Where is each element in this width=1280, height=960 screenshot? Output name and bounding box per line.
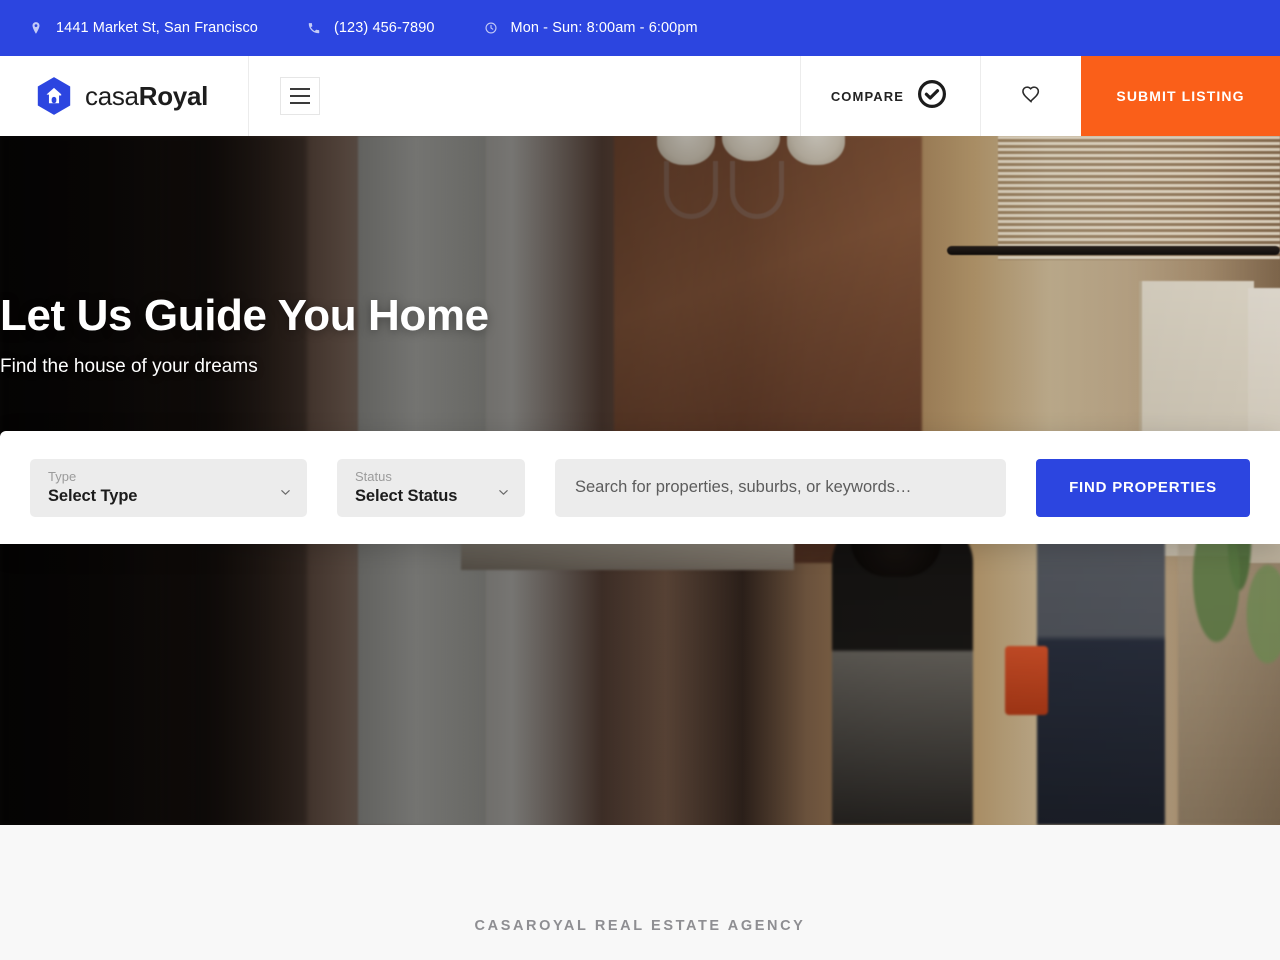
site-header: casaRoyal COMPARE SUBMIT LISTING: [0, 56, 1280, 136]
status-select-label: Status: [355, 469, 392, 485]
logo-text-light: casa: [85, 80, 139, 111]
compare-label: COMPARE: [830, 88, 904, 104]
topbar-phone-text: (123) 456-7890: [333, 20, 435, 36]
chevron-down-icon: [280, 484, 291, 495]
type-select[interactable]: Type Select Type: [30, 458, 307, 517]
hero-section: Let Us Guide You Home Find the house of …: [0, 136, 1280, 825]
topbar-hours: Mon - Sun: 8:00am - 6:00pm: [483, 20, 698, 36]
search-input[interactable]: [555, 458, 1006, 517]
hero-title: Let Us Guide You Home: [0, 291, 489, 340]
favorites-button[interactable]: [980, 56, 1081, 136]
compare-button[interactable]: COMPARE: [799, 56, 980, 136]
logo[interactable]: casaRoyal: [0, 56, 249, 136]
logo-text: casaRoyal: [85, 81, 208, 112]
hamburger-line-2: [290, 95, 310, 97]
agency-section: CASAROYAL REAL ESTATE AGENCY: [0, 825, 1280, 960]
topbar-hours-text: Mon - Sun: 8:00am - 6:00pm: [510, 20, 698, 36]
status-select[interactable]: Status Select Status: [337, 458, 525, 517]
agency-heading: CASAROYAL REAL ESTATE AGENCY: [474, 918, 806, 934]
topbar-phone: (123) 456-7890: [306, 20, 435, 36]
status-select-value: Select Status: [355, 486, 458, 505]
submit-listing-label: SUBMIT LISTING: [1116, 88, 1245, 104]
type-select-value: Select Type: [48, 486, 138, 505]
topbar-address: 1441 Market St, San Francisco: [28, 20, 258, 36]
property-search-panel: Type Select Type Status Select Status FI…: [0, 431, 1280, 544]
topbar-address-text: 1441 Market St, San Francisco: [56, 20, 258, 36]
map-pin-icon: [28, 20, 44, 36]
top-info-bar: 1441 Market St, San Francisco (123) 456-…: [0, 0, 1280, 56]
phone-icon: [306, 20, 322, 36]
find-properties-button[interactable]: FIND PROPERTIES: [1036, 458, 1250, 517]
hamburger-line-3: [290, 102, 310, 104]
check-circle-icon: [918, 79, 946, 113]
hexagon-house-icon: [36, 76, 72, 116]
hero-copy: Let Us Guide You Home Find the house of …: [0, 291, 489, 378]
hamburger-line-1: [290, 88, 310, 90]
hero-subtitle: Find the house of your dreams: [0, 356, 258, 378]
heart-icon: [1020, 83, 1042, 110]
hamburger-icon[interactable]: [280, 77, 320, 115]
logo-text-bold: Royal: [138, 80, 209, 111]
clock-icon: [483, 20, 499, 36]
submit-listing-button[interactable]: SUBMIT LISTING: [1081, 56, 1280, 136]
chevron-down-icon: [498, 484, 509, 495]
type-select-label: Type: [48, 469, 77, 485]
menu-area: [249, 56, 800, 136]
